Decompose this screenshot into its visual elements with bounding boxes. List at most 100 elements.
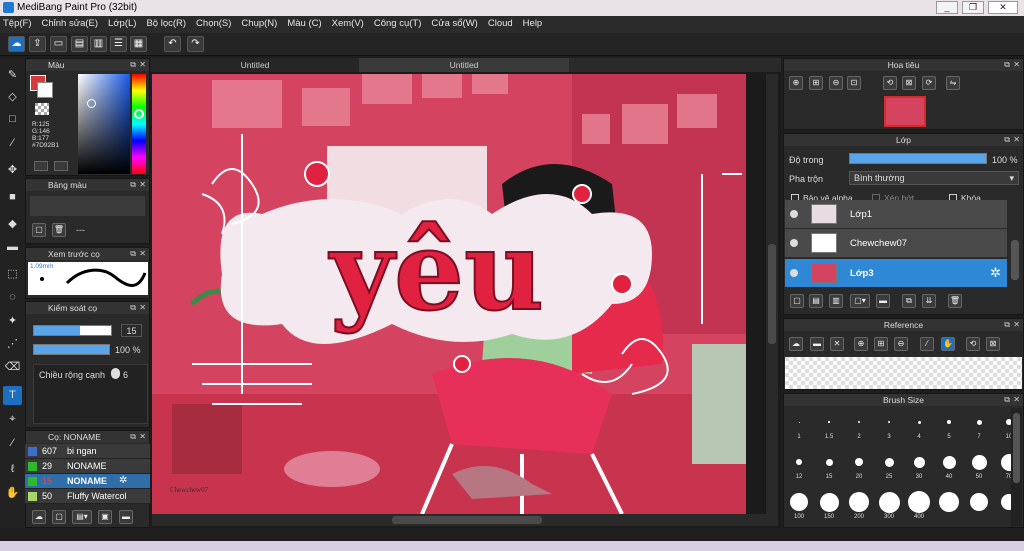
reference-canvas[interactable]	[785, 357, 1022, 389]
select-eraser-icon[interactable]: ⌫	[3, 358, 22, 377]
restore-button[interactable]: ❐	[962, 1, 984, 14]
delete-layer-icon[interactable]: 🗑	[948, 294, 962, 308]
visibility-eye-icon[interactable]	[790, 210, 798, 218]
new-palette-icon[interactable]: ▢	[32, 223, 46, 237]
brush-item[interactable]: 607 bi ngan	[25, 444, 150, 459]
brush-size-option[interactable]: 20	[846, 450, 872, 486]
select-pen-icon[interactable]: ⋰	[3, 335, 22, 354]
brush-size-option[interactable]: 30	[906, 450, 932, 486]
ref-zoom-out-icon[interactable]: ⊖	[894, 337, 908, 351]
new-halftone-layer-icon[interactable]: ▤	[809, 294, 823, 308]
shape-tool-icon[interactable]: ■	[3, 188, 22, 207]
brush-size-option[interactable]: 7	[966, 410, 992, 446]
rect-tool-icon[interactable]: □	[3, 110, 22, 129]
brush-size-option[interactable]: 200	[846, 490, 872, 526]
menu-help[interactable]: Help	[520, 16, 546, 29]
brush-item-selected[interactable]: 15 NONAME ✲	[25, 474, 150, 489]
brush-copy-icon[interactable]: ▣	[98, 510, 112, 524]
minimize-button[interactable]: _	[936, 1, 958, 14]
transparent-swatch[interactable]	[35, 103, 49, 115]
brush-size-option[interactable]	[936, 490, 962, 526]
page-icon[interactable]: ▤	[71, 36, 88, 52]
brush-opacity-slider[interactable]	[33, 344, 110, 355]
brush-size-scrollbar-thumb[interactable]	[1013, 413, 1020, 483]
swap-color-button[interactable]	[54, 161, 68, 171]
ref-open-icon[interactable]: ▬	[810, 337, 824, 351]
brush-size-option[interactable]: 5	[936, 410, 962, 446]
eraser-tool-icon[interactable]: ◇	[3, 88, 22, 107]
redo-icon[interactable]: ↷	[187, 36, 204, 52]
hand-tool-icon[interactable]: ✋	[3, 484, 22, 503]
palette-swatch-area[interactable]	[30, 196, 145, 216]
new-8bit-layer-icon[interactable]: ▥	[829, 294, 843, 308]
layer-row-chewchew07[interactable]: Chewchew07	[785, 229, 1007, 258]
brush-size-option[interactable]: 40	[936, 450, 962, 486]
brush-size-value[interactable]: 15	[121, 324, 142, 337]
brush-size-option[interactable]: 3	[876, 410, 902, 446]
picker-cursor[interactable]	[87, 99, 96, 108]
brush-size-option[interactable]: 4	[906, 410, 932, 446]
brush-size-option[interactable]: 1.5	[816, 410, 842, 446]
brush-size-option[interactable]: 15	[816, 450, 842, 486]
brush-size-slider[interactable]	[33, 325, 112, 336]
menu-snap[interactable]: Chụp(N)	[238, 16, 280, 29]
menu-file[interactable]: Tệp(F)	[0, 16, 35, 29]
dot-tool-icon[interactable]: ⁄	[3, 134, 22, 153]
document-icon[interactable]: ▥	[90, 36, 107, 52]
layer-folder-icon[interactable]: ▬	[876, 294, 890, 308]
blend-mode-select[interactable]: Bình thường ▾	[849, 171, 1019, 185]
gradient-tool-icon[interactable]: ▬	[3, 238, 22, 257]
ref-rotate-icon[interactable]: ⟲	[966, 337, 980, 351]
tab-untitled-1[interactable]: Untitled	[151, 58, 359, 72]
dropper2-tool-icon[interactable]: ℓ	[3, 460, 22, 479]
nav-zoom-in-icon[interactable]: ⊕	[789, 76, 803, 90]
menu-tools[interactable]: Công cụ(T)	[371, 16, 425, 29]
duplicate-layer-icon[interactable]: ⧉	[902, 294, 916, 308]
brush-size-option[interactable]: 12	[786, 450, 812, 486]
hue-slider[interactable]	[132, 74, 146, 174]
select-rect-icon[interactable]: ⬚	[3, 265, 22, 284]
fill-tool-icon[interactable]: ◆	[3, 215, 22, 234]
layer-opacity-slider[interactable]	[849, 153, 987, 164]
text-tool-icon[interactable]: T	[3, 386, 22, 405]
brush-folder-icon[interactable]: ▬	[119, 510, 133, 524]
cloud-icon[interactable]: ☁	[8, 36, 25, 52]
brush-menu-icon[interactable]: ▤▾	[72, 510, 92, 524]
brush-tool-icon[interactable]: ✎	[3, 66, 22, 85]
delete-palette-icon[interactable]: 🗑	[52, 223, 66, 237]
cloud-brush-icon[interactable]: ☁	[32, 510, 46, 524]
nav-zoom-fit-icon[interactable]: ⊞	[809, 76, 823, 90]
vertical-scrollbar[interactable]	[766, 74, 778, 514]
menu-cloud[interactable]: Cloud	[485, 16, 516, 29]
nav-rotate-icon[interactable]: ⟲	[883, 76, 897, 90]
eyedropper-tool-icon[interactable]: ⁄	[3, 434, 22, 453]
layer-row-lop3[interactable]: Lớp3 ✲	[785, 259, 1007, 288]
brush-size-option[interactable]: 100	[786, 490, 812, 526]
brush-size-option[interactable]: 50	[966, 450, 992, 486]
list-icon[interactable]: ☰	[110, 36, 127, 52]
share-icon[interactable]: ⇪	[29, 36, 46, 52]
menu-color[interactable]: Màu (C)	[284, 16, 324, 29]
ref-hand-icon[interactable]: ✋	[941, 337, 955, 351]
lasso-tool-icon[interactable]: ◌	[3, 288, 22, 307]
brush-size-option[interactable]: 150	[816, 490, 842, 526]
move-tool-icon[interactable]: ✥	[3, 161, 22, 180]
layer-settings-gear-icon[interactable]: ✲	[990, 265, 1001, 281]
nav-fit-icon[interactable]: ⊠	[902, 76, 916, 90]
menu-layer[interactable]: Lớp(L)	[105, 16, 139, 29]
brush-size-scrollbar[interactable]	[1011, 408, 1022, 526]
brush-size-option[interactable]: 2	[846, 410, 872, 446]
vertical-scrollbar-thumb[interactable]	[768, 244, 776, 344]
brush-size-option[interactable]: 1	[786, 410, 812, 446]
tab-untitled-2[interactable]: Untitled	[359, 58, 569, 72]
nav-actual-size-icon[interactable]: ⊡	[847, 76, 861, 90]
magic-wand-icon[interactable]: ✦	[3, 312, 22, 331]
merge-layer-icon[interactable]: ⇊	[922, 294, 936, 308]
horizontal-scrollbar-thumb[interactable]	[392, 516, 542, 524]
artwork-canvas[interactable]: yêu Chewchew07	[152, 74, 746, 514]
brush-size-option[interactable]: 25	[876, 450, 902, 486]
visibility-eye-icon[interactable]	[790, 239, 798, 247]
ref-fit-icon[interactable]: ⊞	[874, 337, 888, 351]
undo-icon[interactable]: ↶	[164, 36, 181, 52]
nav-zoom-out-icon[interactable]: ⊖	[829, 76, 843, 90]
